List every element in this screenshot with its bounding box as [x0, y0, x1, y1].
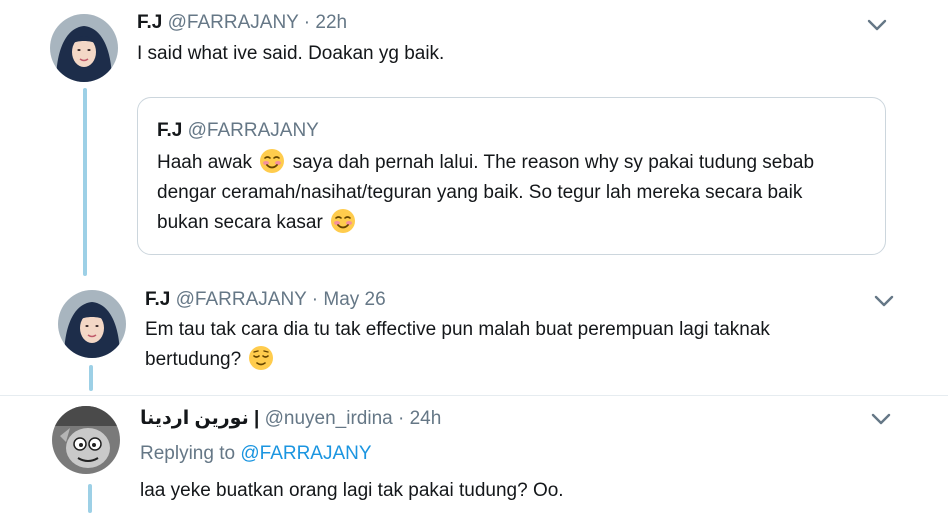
tweet-text-segment: bertudung? [145, 349, 242, 370]
thread-line [89, 365, 93, 391]
tweet-header: F.J @FARRAJANY · 22h [137, 12, 347, 34]
chevron-down-icon[interactable] [864, 12, 890, 38]
hijab-woman-avatar-icon [50, 14, 118, 82]
user-handle[interactable]: @FARRAJANY [176, 289, 307, 310]
replying-to-line: Replying to @FARRAJANY [140, 439, 372, 469]
quote-header: F.J @FARRAJANY [157, 120, 319, 142]
relieved-face-icon [249, 346, 274, 370]
timestamp[interactable]: · 22h [304, 12, 347, 33]
replying-to-link[interactable]: @FARRAJANY [240, 443, 371, 464]
replying-to-label: Replying to [140, 443, 236, 464]
tweet-header: نورين اردينا | @nuyen_irdina · 24h [140, 407, 441, 430]
smiling-blushing-face-icon [331, 209, 356, 233]
quote-user-handle: @FARRAJANY [187, 120, 319, 141]
timestamp[interactable]: · 24h [398, 408, 441, 429]
tweet-text-line: Em tau tak cara dia tu tak effective pun… [145, 319, 770, 340]
thread-line [83, 88, 87, 276]
hijab-woman-avatar-icon [58, 290, 126, 358]
quote-text-line: Haah awak saya dah pernah lalui. The rea… [157, 148, 814, 178]
display-name[interactable]: F.J [145, 289, 170, 310]
tweet-text: laa yeke buatkan orang lagi tak pakai tu… [140, 480, 564, 501]
tweet-header: F.J @FARRAJANY · May 26 [145, 289, 386, 311]
quote-text-line: dengar ceramah/nasihat/teguran yang baik… [157, 182, 803, 203]
quote-text-segment: saya dah pernah lalui. The reason why sy… [292, 152, 815, 173]
user-handle[interactable]: @nuyen_irdina [265, 408, 393, 429]
quote-text-line: bukan secara kasar [157, 208, 358, 238]
tweet-text: I said what ive said. Doakan yg baik. [137, 43, 445, 64]
timestamp[interactable]: · May 26 [312, 289, 386, 310]
chevron-down-icon[interactable] [868, 406, 894, 432]
display-name[interactable]: نورين اردينا | [140, 408, 259, 429]
avatar[interactable] [50, 14, 118, 82]
quoted-tweet-card[interactable]: F.J @FARRAJANY Haah awak saya dah pernah… [137, 97, 886, 255]
tweet-text-line: bertudung? [145, 345, 276, 375]
chevron-down-icon[interactable] [871, 288, 897, 314]
quote-text-segment: bukan secara kasar [157, 212, 323, 233]
avatar[interactable] [52, 406, 120, 474]
cartoon-character-avatar-icon [52, 406, 120, 474]
user-handle[interactable]: @FARRAJANY [168, 12, 299, 33]
avatar[interactable] [58, 290, 126, 358]
smiling-blushing-face-icon [260, 149, 285, 173]
display-name[interactable]: F.J [137, 12, 162, 33]
divider [0, 395, 948, 396]
quote-text-segment: Haah awak [157, 152, 253, 173]
thread-line [88, 484, 92, 513]
quote-display-name: F.J [157, 120, 183, 141]
